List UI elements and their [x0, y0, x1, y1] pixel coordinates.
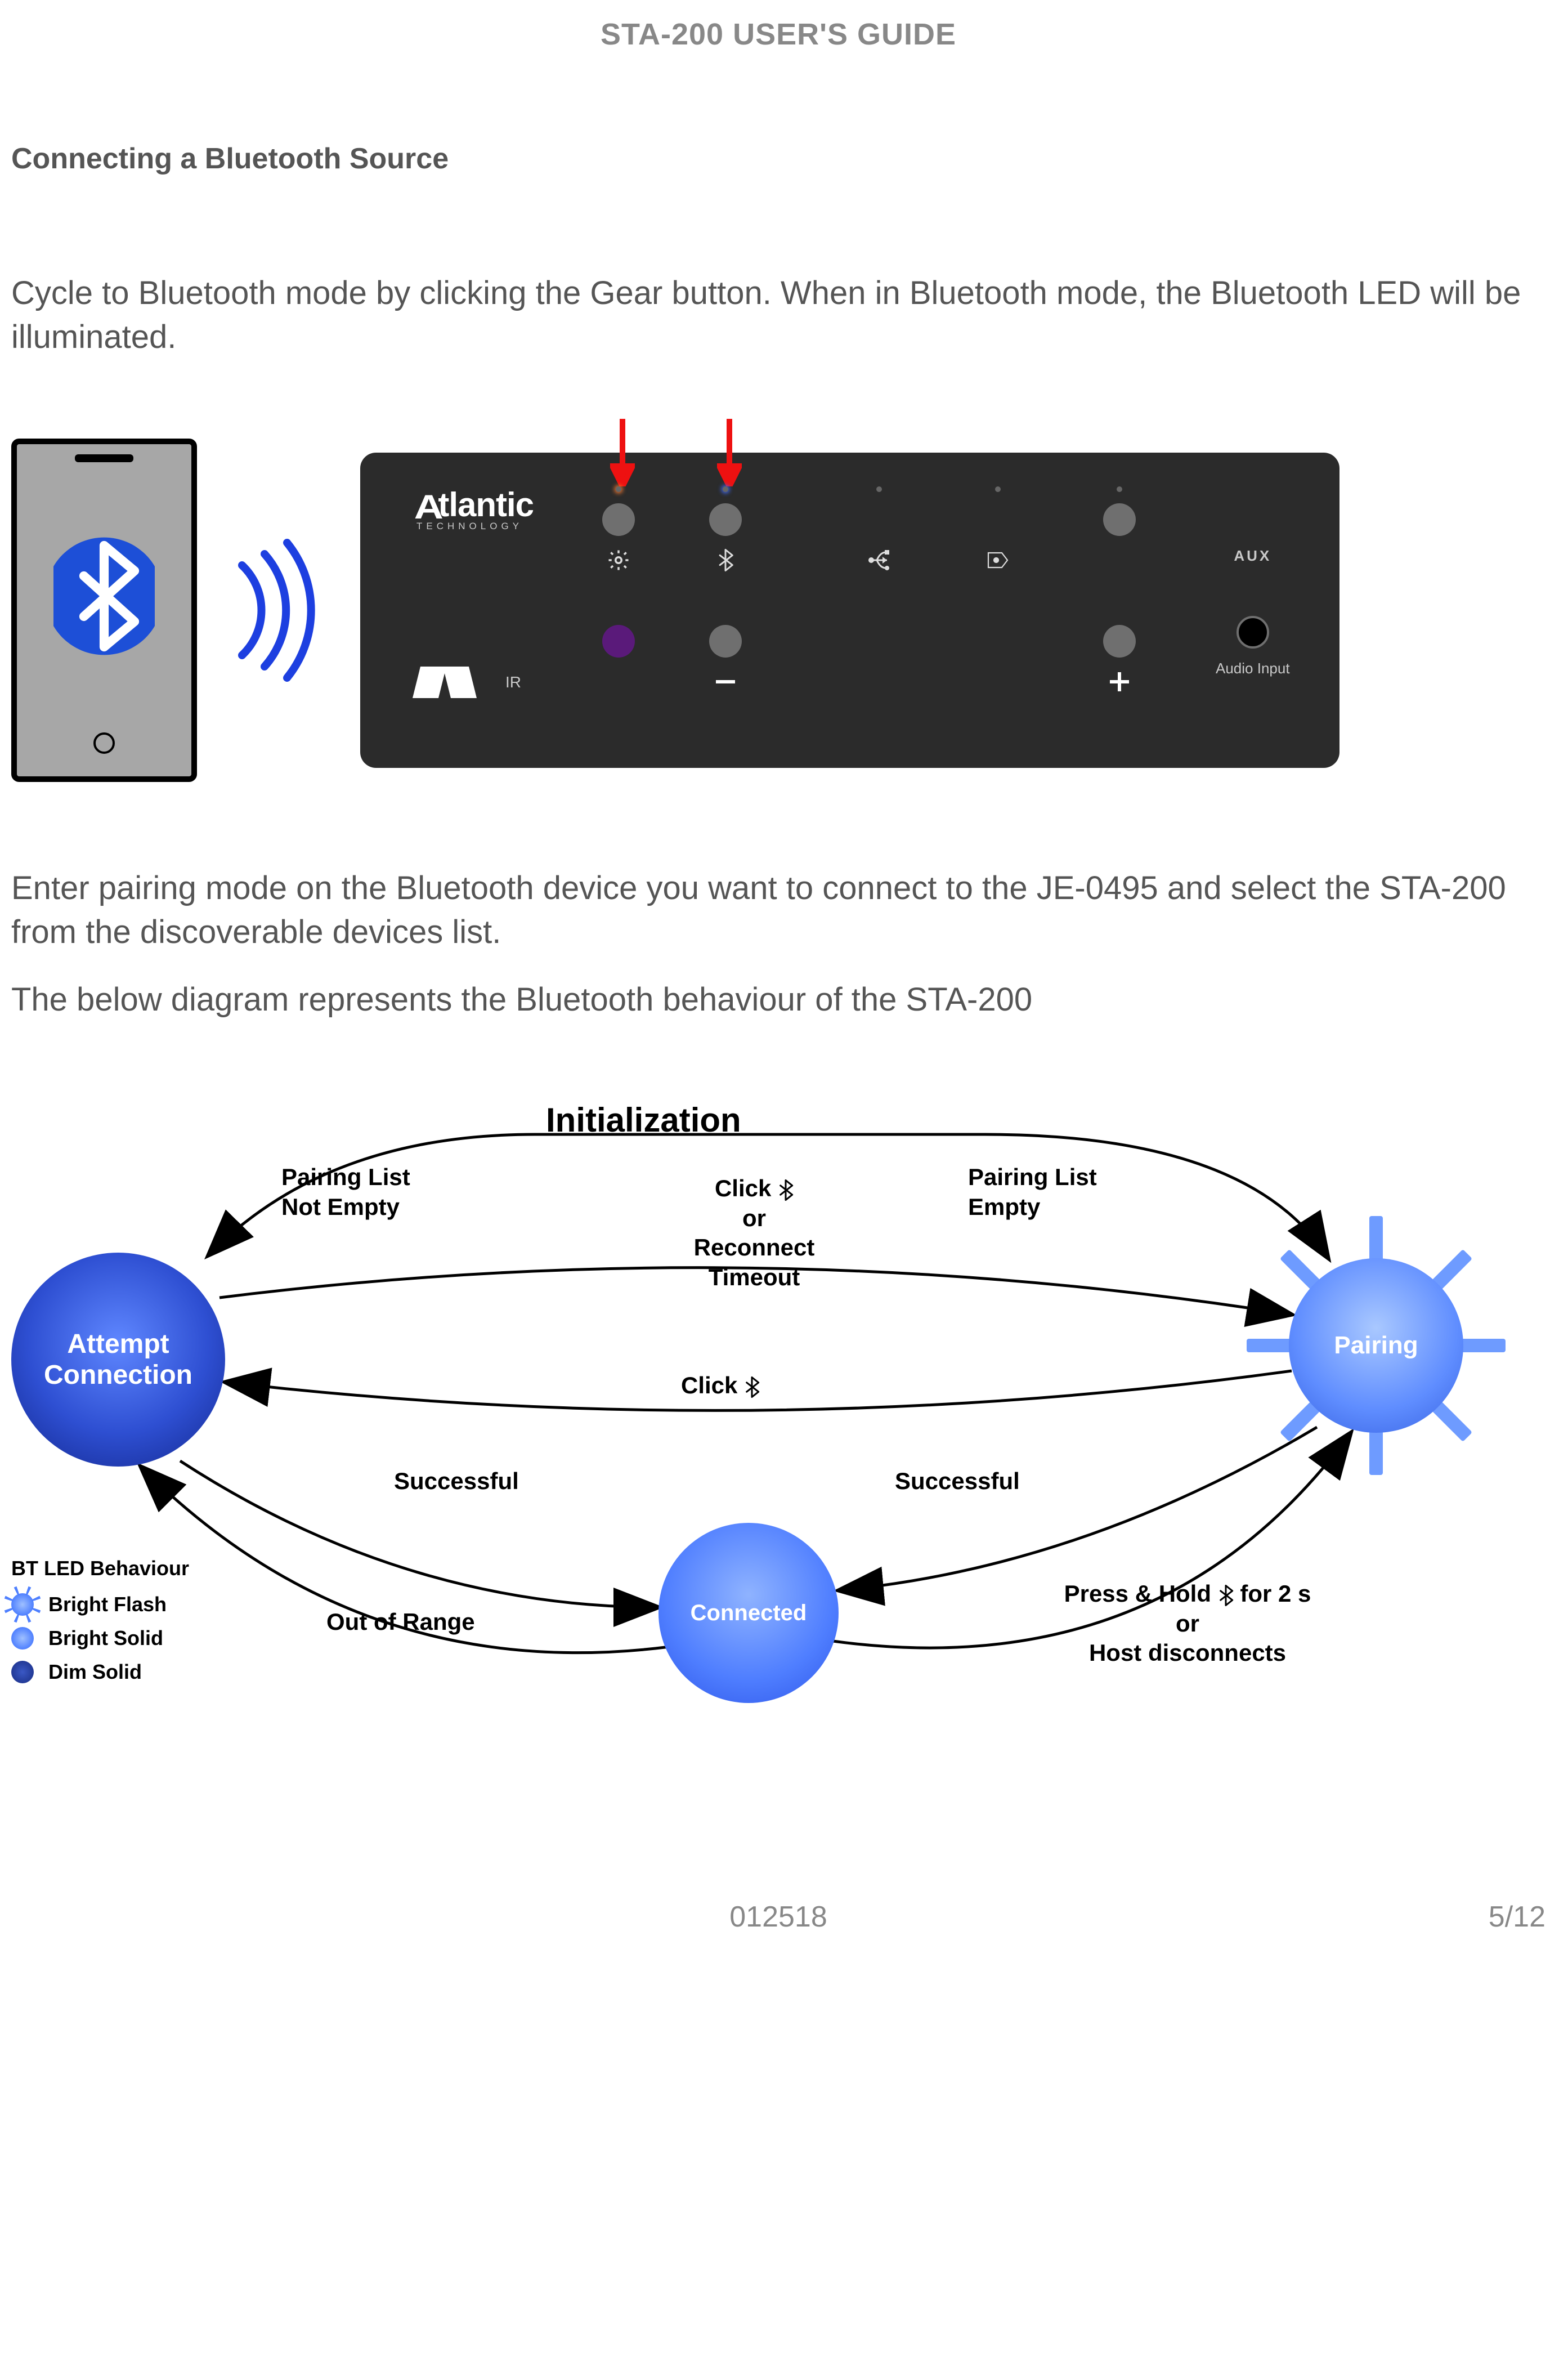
label-successful-left: Successful	[394, 1467, 519, 1496]
label-pairing-list-empty: Pairing List Empty	[968, 1163, 1097, 1222]
aux-top-button	[1103, 503, 1136, 536]
phone-graphic	[11, 439, 197, 782]
minus-button	[709, 625, 742, 658]
label-successful-right: Successful	[895, 1467, 1020, 1496]
optical-icon	[985, 547, 1011, 573]
bt-glyph-icon	[778, 1179, 794, 1201]
bt-led-legend: BT LED Behaviour Bright Flash Bright Sol…	[11, 1557, 189, 1694]
panel-logo: AAtlantictlantic TECHNOLOGY	[416, 485, 534, 532]
legend-dim-solid-icon	[11, 1661, 34, 1683]
device-front-panel: AAtlantictlantic TECHNOLOGY IR	[360, 453, 1339, 768]
aux-label: AUX	[1234, 547, 1271, 564]
led-bt	[723, 486, 728, 492]
usb-icon	[867, 547, 891, 573]
page-header-title: STA-200 USER'S GUIDE	[11, 17, 1545, 52]
bt-button	[709, 503, 742, 536]
panel-col-gear	[602, 486, 635, 658]
label-out-of-range: Out of Range	[326, 1607, 475, 1637]
panel-col-input: AUX Audio Input	[1216, 486, 1290, 677]
phone-speaker	[75, 454, 133, 462]
node-attempt-label: Attempt Connection	[44, 1329, 192, 1391]
node-connected-label: Connected	[691, 1601, 807, 1626]
legend-title: BT LED Behaviour	[11, 1557, 189, 1580]
panel-col-usb	[867, 486, 891, 573]
audio-input-jack	[1237, 616, 1269, 649]
legend-dim-solid-label: Dim Solid	[48, 1660, 142, 1684]
panel-col-aux	[1103, 486, 1136, 695]
legend-bright-solid-label: Bright Solid	[48, 1626, 163, 1650]
phone-screen	[30, 472, 178, 720]
minus-icon	[716, 680, 735, 683]
gear-icon	[607, 547, 630, 573]
intro-paragraph-1: Cycle to Bluetooth mode by clicking the …	[11, 271, 1545, 360]
panel-col-bt	[709, 486, 742, 695]
label-press-hold: Press & Hold for 2 s or Host disconnects	[991, 1579, 1385, 1668]
audio-input-label: Audio Input	[1216, 660, 1290, 677]
led-gear	[616, 486, 621, 492]
purple-button	[602, 625, 635, 658]
panel-col-optical	[985, 486, 1011, 573]
radio-waves-icon	[231, 537, 326, 683]
intro-paragraph-2: Enter pairing mode on the Bluetooth devi…	[11, 866, 1545, 955]
footer-page-number: 5/12	[1489, 1900, 1545, 1934]
red-arrow-gear	[610, 419, 635, 489]
node-connected: Connected	[658, 1523, 839, 1703]
label-click-or-reconnect: Click or Reconnect Timeout	[653, 1174, 855, 1292]
gear-button	[602, 503, 635, 536]
node-pairing-label: Pairing	[1334, 1331, 1418, 1360]
bt-state-diagram: Attempt Connection Connected Pairing Ini…	[11, 1089, 1557, 1754]
node-attempt-connection: Attempt Connection	[11, 1253, 225, 1467]
ir-block: IR	[416, 667, 521, 698]
ir-window-icon	[416, 667, 473, 698]
bt-glyph-icon	[744, 1376, 760, 1398]
red-arrow-bt	[717, 419, 742, 489]
node-pairing: Pairing	[1289, 1258, 1463, 1433]
ir-label: IR	[505, 673, 521, 691]
legend-bright-flash-label: Bright Flash	[48, 1593, 167, 1616]
page-footer: 012518 5/12	[11, 1900, 1545, 1945]
phone-home-button	[93, 732, 115, 754]
legend-bright-flash-icon	[11, 1593, 34, 1616]
label-click-bt: Click	[681, 1371, 760, 1401]
intro-paragraph-3: The below diagram represents the Bluetoo…	[11, 978, 1545, 1022]
bluetooth-small-icon	[717, 547, 734, 573]
led-aux	[1117, 486, 1122, 492]
section-heading: Connecting a Bluetooth Source	[11, 142, 1545, 176]
device-illustration: AAtlantictlantic TECHNOLOGY IR	[11, 439, 1545, 782]
plus-icon	[1110, 672, 1129, 691]
bluetooth-icon	[53, 525, 155, 667]
label-pairing-list-not-empty: Pairing List Not Empty	[281, 1163, 410, 1222]
legend-bright-solid-icon	[11, 1627, 34, 1650]
label-initialization: Initialization	[546, 1101, 741, 1139]
bt-glyph-icon	[1218, 1584, 1234, 1607]
led-usb	[876, 486, 882, 492]
led-optical	[995, 486, 1001, 492]
footer-doc-number: 012518	[729, 1900, 827, 1934]
plus-button	[1103, 625, 1136, 658]
